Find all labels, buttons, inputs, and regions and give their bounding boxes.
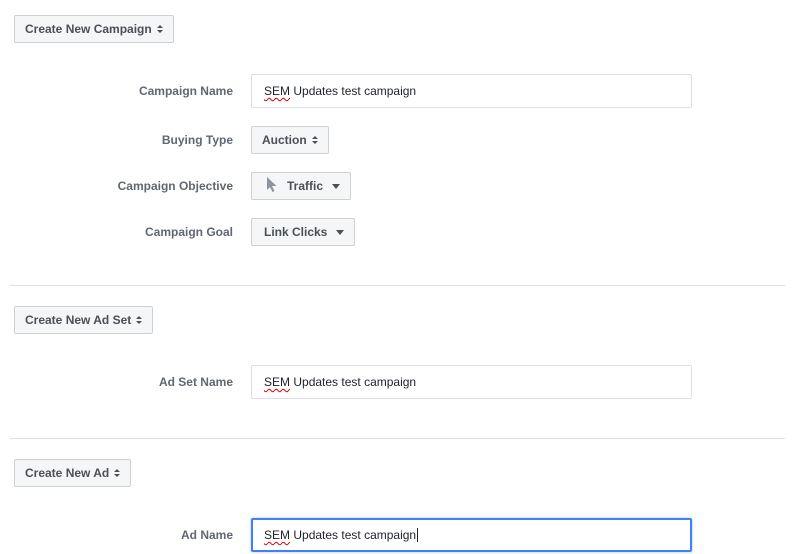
buying-type-value: Auction (262, 133, 307, 147)
up-down-arrows-icon (311, 136, 318, 144)
spellcheck-word: SEM (264, 528, 291, 542)
section-divider (10, 285, 785, 286)
campaign-name-input[interactable]: SEM Updates test campaign (251, 74, 692, 108)
create-new-ad-set-label: Create New Ad Set (25, 313, 132, 327)
caret-down-icon (332, 183, 341, 189)
section-divider (10, 438, 785, 439)
create-new-campaign-select[interactable]: Create New Campaign (14, 15, 174, 43)
up-down-arrows-icon (114, 469, 121, 477)
up-down-arrows-icon (156, 25, 163, 33)
create-new-ad-label: Create New Ad (25, 466, 110, 480)
cursor-pointer-icon (266, 177, 277, 195)
spellcheck-word: SEM (264, 375, 291, 389)
ad-name-rest: Updates test campaign (293, 528, 417, 542)
campaign-objective-value: Traffic (287, 179, 324, 193)
campaign-goal-dropdown[interactable]: Link Clicks (251, 218, 356, 246)
caret-down-icon (336, 229, 345, 235)
campaign-goal-value: Link Clicks (264, 225, 328, 239)
create-new-campaign-label: Create New Campaign (25, 22, 152, 36)
campaign-goal-label: Campaign Goal (144, 225, 233, 239)
campaign-name-label: Campaign Name (138, 84, 233, 98)
buying-type-select[interactable]: Auction (251, 126, 329, 154)
campaign-objective-dropdown[interactable]: Traffic (251, 172, 352, 200)
campaign-objective-label: Campaign Objective (117, 179, 233, 193)
ad-name-input[interactable]: SEM Updates test campaign (251, 518, 692, 552)
ad-set-name-rest: Updates test campaign (293, 375, 417, 389)
ad-name-label: Ad Name (180, 528, 233, 542)
text-cursor (417, 528, 419, 542)
create-new-ad-select[interactable]: Create New Ad (14, 459, 132, 487)
up-down-arrows-icon (136, 316, 143, 324)
ad-set-name-input[interactable]: SEM Updates test campaign (251, 365, 692, 399)
spellcheck-word: SEM (264, 84, 291, 98)
campaign-name-rest: Updates test campaign (293, 84, 417, 98)
ad-set-name-label: Ad Set Name (158, 375, 233, 389)
create-new-ad-set-select[interactable]: Create New Ad Set (14, 306, 154, 334)
buying-type-label: Buying Type (161, 133, 233, 147)
